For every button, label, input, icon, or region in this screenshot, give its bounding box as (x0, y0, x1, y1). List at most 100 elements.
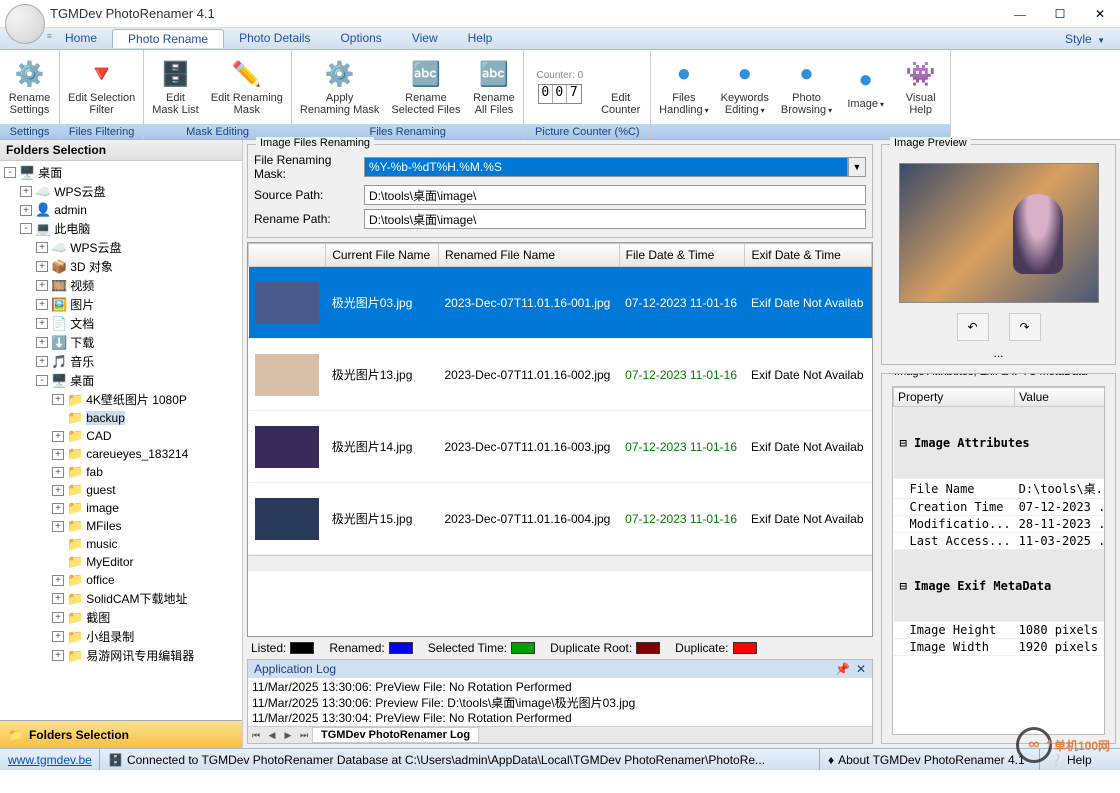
tree-toggle-icon[interactable]: + (20, 186, 32, 197)
column-header[interactable]: Current File Name (326, 244, 439, 267)
app-orb-button[interactable] (5, 4, 45, 44)
rename-settings[interactable]: ⚙️RenameSettings (2, 52, 57, 122)
tree-toggle-icon[interactable]: + (52, 631, 64, 642)
tree-node[interactable]: 📁MyEditor (2, 553, 240, 571)
folders-handle[interactable]: 📁Folders Selection (0, 720, 242, 748)
menu-photo-details[interactable]: Photo Details (224, 29, 325, 48)
menu-view[interactable]: View (397, 29, 453, 48)
tree-node[interactable]: +👤admin (2, 201, 240, 219)
edit-counter[interactable]: EditCounter (593, 52, 648, 122)
tree-node[interactable]: +☁️WPS云盘 (2, 238, 240, 257)
style-menu[interactable]: Style ▼ (1050, 30, 1120, 48)
tree-toggle-icon[interactable]: + (52, 449, 64, 460)
mask-dropdown[interactable]: ▼ (848, 157, 866, 177)
tree-node[interactable]: 📁music (2, 535, 240, 553)
column-header[interactable] (249, 244, 326, 267)
table-row[interactable]: 极光图片03.jpg2023-Dec-07T11.01.16-001.jpg07… (249, 267, 872, 339)
menu-help[interactable]: Help (453, 29, 508, 48)
menu-home[interactable]: Home (50, 29, 112, 48)
log-body[interactable]: 11/Mar/2025 13:30:06: PreView File: No R… (248, 678, 872, 726)
tree-toggle-icon[interactable]: + (36, 318, 48, 329)
tree-node[interactable]: +📁careueyes_183214 (2, 445, 240, 463)
edit-mask-list[interactable]: 🗄️EditMask List (146, 52, 204, 122)
table-row[interactable]: 极光图片14.jpg2023-Dec-07T11.01.16-003.jpg07… (249, 411, 872, 483)
tree-node[interactable]: +🎞️视频 (2, 276, 240, 295)
column-header[interactable]: Renamed File Name (438, 244, 619, 267)
rotate-right-button[interactable]: ↷ (1009, 313, 1041, 341)
minimize-button[interactable]: — (1000, 0, 1040, 28)
log-nav-first[interactable]: ⏮ (248, 730, 264, 741)
tree-toggle-icon[interactable]: + (52, 650, 64, 661)
tree-node[interactable]: -🖥️桌面 (2, 371, 240, 390)
tree-toggle-icon[interactable]: + (52, 485, 64, 496)
tree-node[interactable]: +📁SolidCAM下载地址 (2, 589, 240, 608)
source-input[interactable] (364, 185, 866, 205)
tree-node[interactable]: +📁截图 (2, 608, 240, 627)
tree-toggle-icon[interactable]: + (36, 337, 48, 348)
tree-toggle-icon[interactable]: + (52, 394, 64, 405)
tree-toggle-icon[interactable]: + (52, 431, 64, 442)
tree-toggle-icon[interactable]: + (36, 242, 48, 253)
log-tab[interactable]: TGMDev PhotoRenamer Log (312, 727, 479, 743)
table-row[interactable]: 极光图片13.jpg2023-Dec-07T11.01.16-002.jpg07… (249, 339, 872, 411)
rename-input[interactable] (364, 209, 866, 229)
tree-node[interactable]: +📁MFiles (2, 517, 240, 535)
file-table[interactable]: Current File NameRenamed File NameFile D… (247, 242, 873, 637)
rename-selected-files[interactable]: 🔤RenameSelected Files (385, 52, 466, 122)
attributes-table[interactable]: PropertyValue⊟ Image AttributesFile Name… (892, 386, 1105, 735)
tree-toggle-icon[interactable]: + (52, 503, 64, 514)
tree-node[interactable]: +⬇️下载 (2, 333, 240, 352)
column-header[interactable]: Exif Date & Time (745, 244, 872, 267)
tree-toggle-icon[interactable]: + (36, 261, 48, 272)
tree-node[interactable]: -💻此电脑 (2, 219, 240, 238)
menu-options[interactable]: Options (325, 29, 396, 48)
tree-node[interactable]: +📁CAD (2, 427, 240, 445)
table-row[interactable]: 极光图片15.jpg2023-Dec-07T11.01.16-004.jpg07… (249, 483, 872, 555)
tree-toggle-icon[interactable]: + (52, 521, 64, 532)
keywords-editing[interactable]: ●KeywordsEditing▾ (715, 52, 775, 122)
apply-renaming-mask[interactable]: ⚙️ApplyRenaming Mask (294, 52, 385, 122)
log-close-icon[interactable]: ✕ (856, 662, 866, 676)
tree-node[interactable]: +📁office (2, 571, 240, 589)
photo-browsing[interactable]: ●PhotoBrowsing▾ (775, 52, 838, 122)
close-button[interactable]: ✕ (1080, 0, 1120, 28)
tree-node[interactable]: +📄文档 (2, 314, 240, 333)
log-nav-last[interactable]: ⏭ (296, 730, 312, 741)
tree-node[interactable]: +📁fab (2, 463, 240, 481)
folder-tree[interactable]: -🖥️桌面+☁️WPS云盘+👤admin-💻此电脑+☁️WPS云盘+📦3D 对象… (0, 161, 242, 720)
edit-selection-filter[interactable]: 🔻Edit SelectionFilter (62, 52, 141, 122)
visual-help[interactable]: 👾VisualHelp (893, 52, 948, 122)
attr-section[interactable]: ⊟ Image Exif MetaData (894, 550, 1106, 622)
tree-node[interactable]: +🖼️图片 (2, 295, 240, 314)
tree-node[interactable]: +📁4K壁纸图片 1080P (2, 390, 240, 409)
maximize-button[interactable]: ☐ (1040, 0, 1080, 28)
tree-node[interactable]: +☁️WPS云盘 (2, 182, 240, 201)
tree-toggle-icon[interactable]: + (52, 467, 64, 478)
status-about[interactable]: About TGMDev PhotoRenamer 4.1 (838, 753, 1025, 767)
tree-node[interactable]: +📁image (2, 499, 240, 517)
tree-node[interactable]: -🖥️桌面 (2, 163, 240, 182)
tree-node[interactable]: +📁guest (2, 481, 240, 499)
log-nav-next[interactable]: ▶ (280, 730, 296, 741)
files-handling[interactable]: ●FilesHandling▾ (653, 52, 714, 122)
tree-node[interactable]: +📁易游网讯专用编辑器 (2, 646, 240, 665)
log-nav-prev[interactable]: ◀ (264, 730, 280, 741)
tree-toggle-icon[interactable]: + (36, 280, 48, 291)
attr-section[interactable]: ⊟ Image Attributes (894, 407, 1106, 479)
log-pin-icon[interactable]: 📌 (835, 662, 850, 676)
tree-node[interactable]: +🎵音乐 (2, 352, 240, 371)
menu-photo-rename[interactable]: Photo Rename (112, 29, 224, 48)
rotate-left-button[interactable]: ↶ (957, 313, 989, 341)
edit-renaming-mask[interactable]: ✏️Edit RenamingMask (205, 52, 289, 122)
column-header[interactable]: File Date & Time (619, 244, 745, 267)
tree-toggle-icon[interactable]: + (36, 299, 48, 310)
image-menu[interactable]: ●Image▾ (838, 52, 893, 122)
tree-toggle-icon[interactable]: - (4, 167, 16, 178)
tree-toggle-icon[interactable]: + (20, 205, 32, 216)
status-url[interactable]: www.tgmdev.be (8, 753, 92, 767)
tree-toggle-icon[interactable]: + (36, 356, 48, 367)
tree-node[interactable]: +📦3D 对象 (2, 257, 240, 276)
tree-toggle-icon[interactable]: + (52, 593, 64, 604)
rename-all-files[interactable]: 🔤RenameAll Files (466, 52, 521, 122)
tree-toggle-icon[interactable]: - (20, 223, 32, 234)
